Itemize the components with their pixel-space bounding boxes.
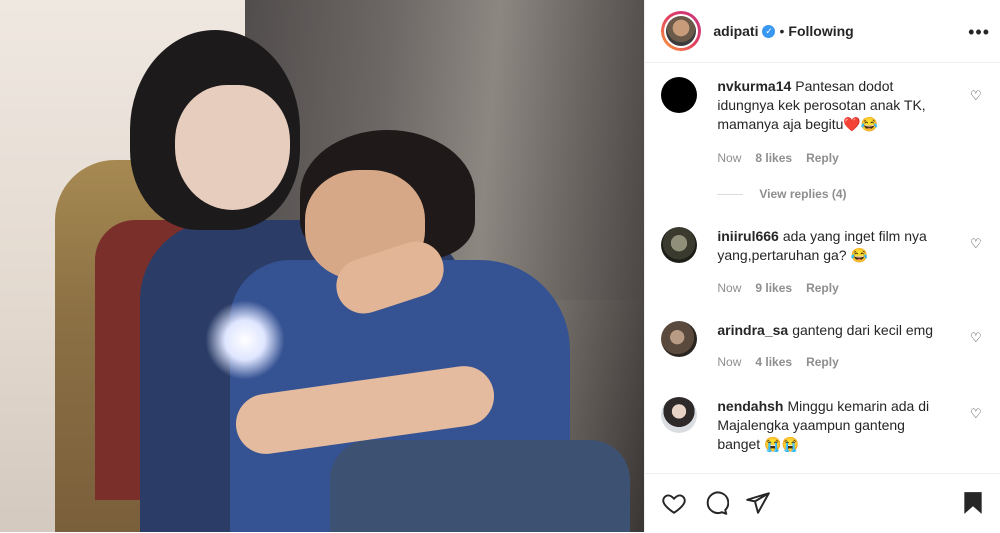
comment-time: Now: [717, 151, 742, 165]
comment-time: Now: [717, 281, 742, 295]
comment-text-block: nendahsh Minggu kemarin ada di Majalengka…: [717, 397, 944, 454]
comment-time: Now: [717, 355, 742, 369]
comment-item: arindra_sa ganteng dari kecil emg ♡ Now 4…: [661, 321, 984, 381]
comments-list[interactable]: nvkurma14 Pantesan dodot idungnya kek per…: [645, 63, 1000, 473]
comment-likes[interactable]: 9 likes: [755, 281, 792, 295]
separator-dot: •: [779, 23, 785, 39]
comment-username[interactable]: iniirul666: [717, 228, 778, 244]
view-replies-label: View replies (4): [759, 187, 847, 201]
comment-meta: Now 9 likes Reply: [717, 281, 838, 295]
comment-item: iniirul666 ada yang inget film nya yang,p…: [661, 227, 984, 307]
comment-text-block: arindra_sa ganteng dari kecil emg: [717, 321, 944, 340]
heart-icon[interactable]: [661, 490, 687, 516]
comment-likes[interactable]: 8 likes: [755, 151, 792, 165]
view-replies-button[interactable]: View replies (4): [717, 187, 847, 201]
comment-like-heart-icon[interactable]: ♡: [970, 407, 984, 421]
post-action-bar: [645, 473, 1000, 533]
photo-boy-jeans: [330, 440, 630, 532]
comment-avatar[interactable]: [661, 77, 698, 113]
post-photo[interactable]: [0, 0, 645, 532]
comment-item: nvkurma14 Pantesan dodot idungnya kek per…: [661, 77, 984, 207]
photo-mother-face: [175, 85, 290, 210]
comment-like-heart-icon[interactable]: ♡: [970, 237, 984, 251]
author-avatar[interactable]: [661, 11, 702, 51]
verified-badge-icon: ✓: [762, 24, 776, 38]
more-icon[interactable]: •••: [968, 22, 990, 43]
bookmark-icon[interactable]: [960, 490, 986, 516]
comment-reply-button[interactable]: Reply: [806, 151, 839, 165]
comment-meta: Now 4 likes Reply: [717, 355, 838, 369]
comment-username[interactable]: arindra_sa: [717, 322, 788, 338]
comment-reply-button[interactable]: Reply: [806, 281, 839, 295]
photo-flash-glare: [205, 300, 285, 380]
comment-avatar[interactable]: [661, 321, 698, 357]
comment-text-block: nvkurma14 Pantesan dodot idungnya kek per…: [717, 77, 944, 134]
comment-reply-button[interactable]: Reply: [806, 355, 839, 369]
comment-text: ganteng dari kecil emg: [792, 322, 934, 338]
author-username[interactable]: adipati: [713, 23, 758, 39]
comment-avatar[interactable]: [661, 227, 698, 263]
comment-meta: Now 8 likes Reply: [717, 151, 838, 165]
post-header: adipati ✓ • Following •••: [645, 0, 1000, 63]
post-side-panel: adipati ✓ • Following ••• nvkurma14 Pante…: [644, 0, 1000, 532]
comment-like-heart-icon[interactable]: ♡: [970, 331, 984, 345]
comment-likes[interactable]: 4 likes: [755, 355, 792, 369]
comment-icon[interactable]: [703, 490, 730, 516]
comment-username[interactable]: nvkurma14: [717, 78, 791, 94]
comment-item: nendahsh Minggu kemarin ada di Majalengka…: [661, 397, 984, 473]
comment-username[interactable]: nendahsh: [717, 398, 783, 414]
comment-like-heart-icon[interactable]: ♡: [970, 89, 984, 103]
comment-avatar[interactable]: [661, 397, 698, 433]
replies-divider: [717, 193, 744, 195]
comment-text-block: iniirul666 ada yang inget film nya yang,p…: [717, 227, 944, 265]
share-icon[interactable]: [745, 490, 771, 516]
follow-status-button[interactable]: Following: [788, 23, 853, 39]
